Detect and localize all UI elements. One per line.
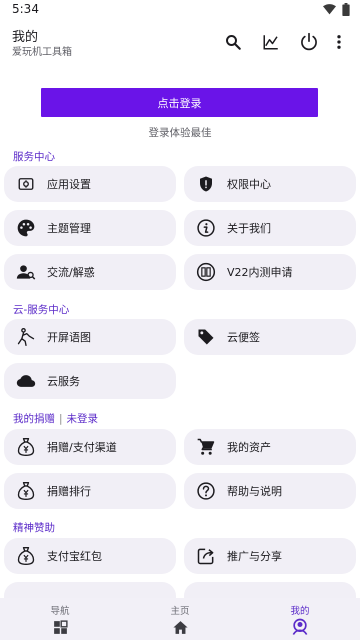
more-vert-icon: [337, 35, 341, 49]
info-icon: [196, 218, 216, 238]
search-button[interactable]: [214, 30, 252, 54]
more-options-button[interactable]: [328, 30, 350, 54]
status-time: 5:34: [12, 2, 39, 16]
login-button[interactable]: 点击登录: [41, 88, 318, 117]
tag-icon: [196, 327, 216, 347]
search-icon: [226, 35, 241, 50]
wifi-icon: [323, 4, 336, 15]
power-button[interactable]: [290, 30, 328, 54]
card-label: 交流/解惑: [47, 266, 95, 279]
card-label: 云便签: [227, 331, 260, 344]
cart-icon: [196, 437, 216, 457]
card-label: 捐赠/支付渠道: [47, 441, 117, 454]
nav-label: 主页: [170, 606, 190, 617]
status-icons: [323, 3, 350, 16]
card-label: 权限中心: [227, 178, 271, 191]
chart-icon: [263, 35, 278, 50]
donation-ranking-button[interactable]: 捐赠排行: [4, 473, 176, 509]
nav-item-navigation[interactable]: 导航: [0, 598, 120, 640]
nav-label: 导航: [50, 606, 70, 617]
page-subtitle: 爱玩机工具箱: [12, 47, 72, 58]
home-icon: [170, 618, 190, 636]
section-title-sponsorship: 精神赞助: [13, 522, 55, 534]
login-hint: 登录体验最佳: [148, 127, 212, 139]
cloud-service-button[interactable]: 云服务: [4, 363, 176, 399]
nav-item-mine[interactable]: 我的: [240, 598, 360, 640]
power-icon: [301, 32, 317, 51]
card-label: 主题管理: [47, 222, 91, 235]
app-actions: [214, 30, 350, 54]
nav-item-home[interactable]: 主页: [120, 598, 240, 640]
test-badge-icon: [196, 262, 216, 282]
profile-icon: [290, 618, 310, 636]
money-bag-icon: [16, 437, 36, 457]
people-icon: [16, 262, 36, 282]
settings-icon: [16, 174, 36, 194]
money-bag-icon: [16, 546, 36, 566]
about-us-button[interactable]: 关于我们: [184, 210, 356, 246]
my-assets-button[interactable]: 我的资产: [184, 429, 356, 465]
card-label: 应用设置: [47, 178, 91, 191]
splash-figure-icon: [16, 327, 36, 347]
card-label: V22内测申请: [227, 266, 293, 279]
card-label: 捐赠排行: [47, 485, 91, 498]
card-label: 关于我们: [227, 222, 271, 235]
communication-button[interactable]: 交流/解惑: [4, 254, 176, 290]
grid-icon: [50, 618, 70, 636]
bottom-navigation: 导航 主页 我的: [0, 598, 360, 640]
promote-share-button[interactable]: 推广与分享: [184, 538, 356, 574]
card-label: 支付宝红包: [47, 550, 102, 563]
share-icon: [196, 546, 216, 566]
card-label: 开屏语图: [47, 331, 91, 344]
login-status-text[interactable]: 未登录: [67, 413, 99, 425]
section-title-donation: 我的捐赠 | 未登录: [13, 411, 98, 426]
permission-center-button[interactable]: 权限中心: [184, 166, 356, 202]
nav-label: 我的: [290, 606, 310, 617]
palette-icon: [16, 218, 36, 238]
donation-channel-button[interactable]: 捐赠/支付渠道: [4, 429, 176, 465]
section-title-service-center: 服务中心: [13, 151, 55, 163]
section-title-separator: |: [59, 413, 63, 425]
app-bar: 我的 爱玩机工具箱: [0, 20, 360, 64]
card-label: 我的资产: [227, 441, 271, 454]
money-bag-icon: [16, 481, 36, 501]
cloud-notes-button[interactable]: 云便签: [184, 319, 356, 355]
card-label: 推广与分享: [227, 550, 282, 563]
battery-icon: [342, 3, 350, 16]
chart-button[interactable]: [252, 30, 290, 54]
v22-beta-apply-button[interactable]: V22内测申请: [184, 254, 356, 290]
splash-image-button[interactable]: 开屏语图: [4, 319, 176, 355]
app-settings-button[interactable]: 应用设置: [4, 166, 176, 202]
shield-icon: [196, 174, 216, 194]
help-button[interactable]: 帮助与说明: [184, 473, 356, 509]
theme-management-button[interactable]: 主题管理: [4, 210, 176, 246]
section-title-cloud-service: 云-服务中心: [13, 304, 70, 316]
cloud-icon: [16, 371, 36, 391]
help-icon: [196, 481, 216, 501]
status-bar: 5:34: [0, 0, 360, 20]
section-title-text: 我的捐赠: [13, 413, 55, 425]
alipay-red-packet-button[interactable]: 支付宝红包: [4, 538, 176, 574]
card-label: 云服务: [47, 375, 80, 388]
card-label: 帮助与说明: [227, 485, 282, 498]
